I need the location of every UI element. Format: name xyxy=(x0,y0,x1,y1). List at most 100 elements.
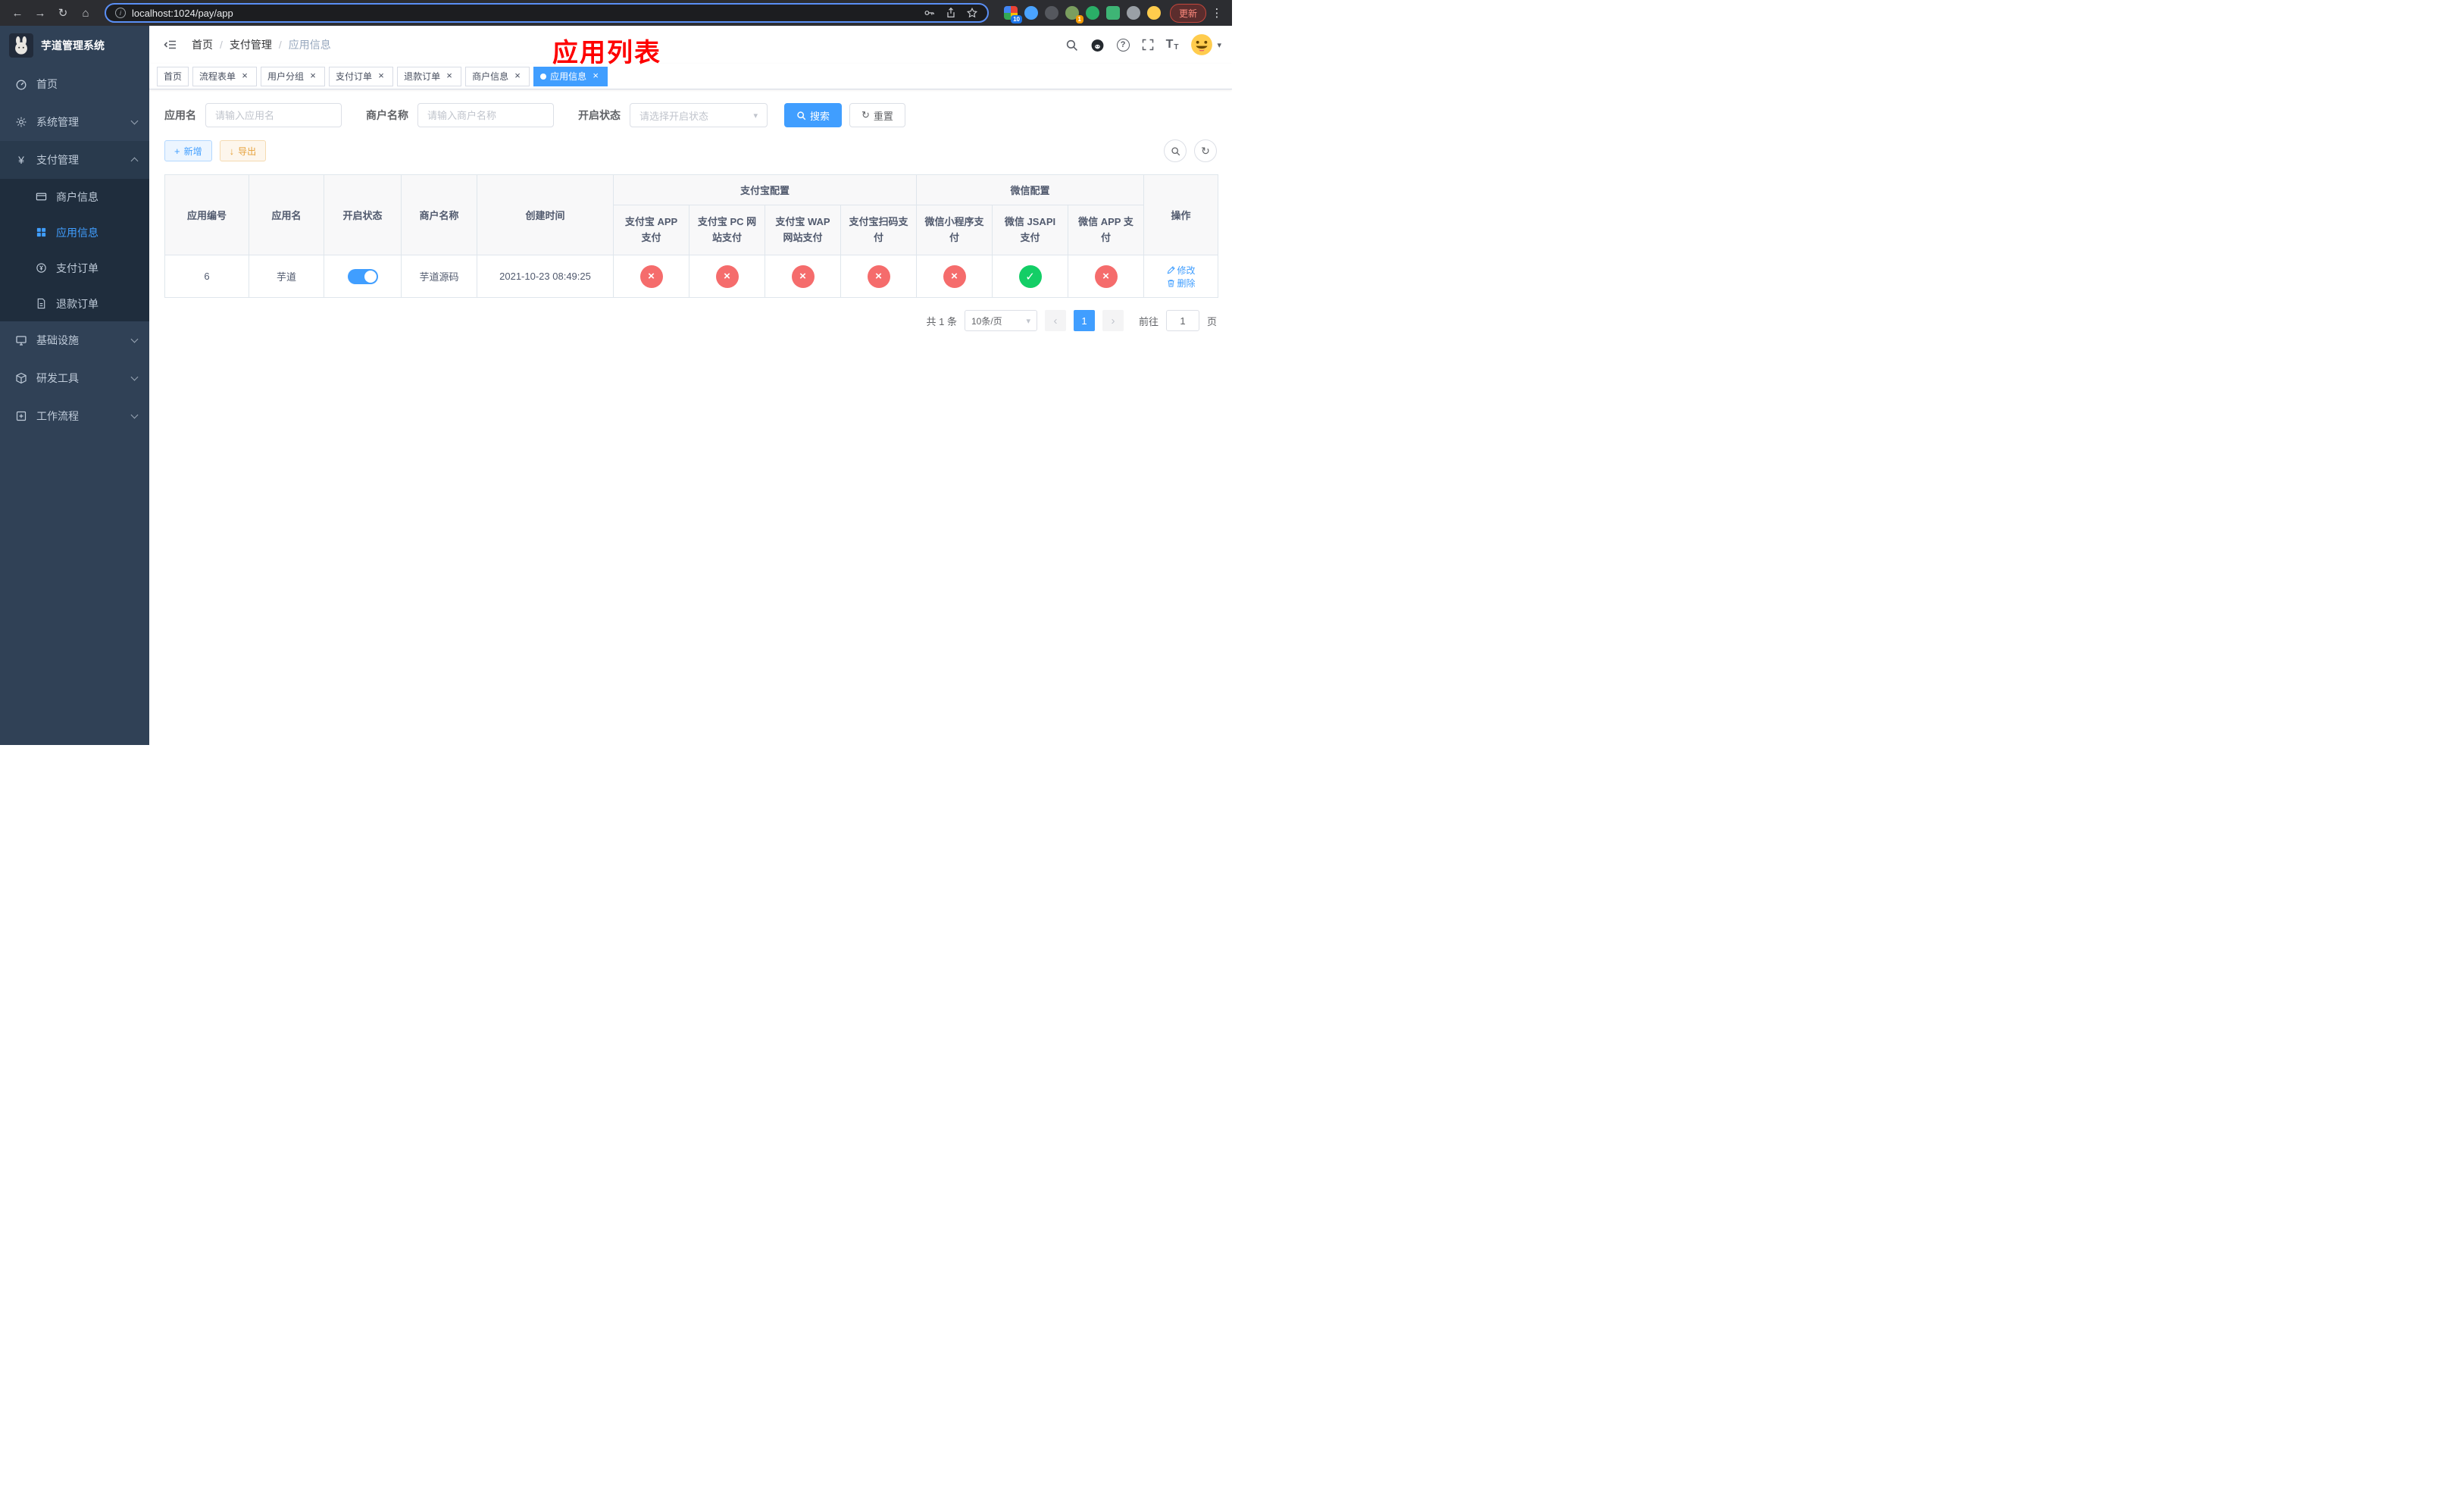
col-header-wechat-jsapi: 微信 JSAPI 支付 xyxy=(992,205,1069,255)
toolbar-right: ↻ xyxy=(1164,139,1217,162)
next-page-button[interactable]: › xyxy=(1102,310,1124,331)
main-area: 首页 / 支付管理 / 应用信息 ? T T ▾ 首页 流程表单 × 用户分组 … xyxy=(149,26,1232,745)
extension-notebook-icon[interactable] xyxy=(1105,6,1120,20)
refresh-icon: ↻ xyxy=(861,109,870,121)
tab-refund-order[interactable]: 退款订单 × xyxy=(397,66,462,86)
sidebar-logo[interactable]: 芋道管理系统 xyxy=(0,26,149,65)
address-bar[interactable]: i localhost:1024/pay/app xyxy=(105,3,989,23)
chevron-down-icon xyxy=(130,373,139,381)
site-info-icon[interactable]: i xyxy=(115,8,126,18)
sidebar-item-refund-order[interactable]: 退款订单 xyxy=(0,286,149,321)
home-icon[interactable]: ⌂ xyxy=(76,3,95,23)
chevron-down-icon xyxy=(130,411,139,419)
share-icon[interactable] xyxy=(945,7,957,19)
fullscreen-icon[interactable] xyxy=(1142,39,1154,51)
github-icon[interactable] xyxy=(1090,38,1105,52)
prev-page-button[interactable]: ‹ xyxy=(1044,310,1066,331)
col-header-alipay-qr: 支付宝扫码支付 xyxy=(840,205,918,255)
sidebar-item-devtools[interactable]: 研发工具 xyxy=(0,359,149,397)
url-text[interactable]: localhost:1024/pay/app xyxy=(132,8,918,19)
cell-alipay-wap: × xyxy=(765,255,841,298)
workflow-icon xyxy=(15,410,27,422)
col-header-alipay-wap: 支付宝 WAP 网站支付 xyxy=(765,205,841,255)
sidebar-item-system[interactable]: 系统管理 xyxy=(0,103,149,141)
tab-close-icon[interactable]: × xyxy=(444,70,455,82)
sidebar-item-merchant-info[interactable]: 商户信息 xyxy=(0,179,149,214)
app-name-label: 应用名 xyxy=(164,109,196,121)
tab-label: 用户分组 xyxy=(267,71,305,82)
refresh-table-button[interactable]: ↻ xyxy=(1194,139,1217,162)
cell-actions: 修改 删除 xyxy=(1143,255,1219,298)
toggle-search-button[interactable] xyxy=(1164,139,1187,162)
back-icon[interactable]: ← xyxy=(8,3,27,23)
tab-close-icon[interactable]: × xyxy=(376,70,386,82)
app-name-input[interactable] xyxy=(205,103,342,127)
bookmark-star-icon[interactable] xyxy=(966,7,978,19)
tab-home[interactable]: 首页 xyxy=(157,66,189,86)
search-icon[interactable] xyxy=(1065,39,1078,52)
font-size-icon[interactable]: TT xyxy=(1166,38,1179,52)
search-icon xyxy=(1171,146,1180,155)
sidebar-item-workflow[interactable]: 工作流程 xyxy=(0,397,149,435)
sidebar-item-app-info[interactable]: 应用信息 xyxy=(0,214,149,250)
help-icon[interactable]: ? xyxy=(1116,38,1130,52)
tab-merchant-info[interactable]: 商户信息 × xyxy=(465,66,530,86)
sidebar-fold-icon[interactable] xyxy=(160,34,181,55)
export-button[interactable]: ↓ 导出 xyxy=(219,140,267,161)
forward-icon[interactable]: → xyxy=(30,3,50,23)
sidebar-item-infrastructure[interactable]: 基础设施 xyxy=(0,321,149,359)
current-page-button[interactable]: 1 xyxy=(1073,310,1095,331)
tab-user-group[interactable]: 用户分组 × xyxy=(261,66,326,86)
tab-process-form[interactable]: 流程表单 × xyxy=(192,66,258,86)
cell-alipay-pc: × xyxy=(689,255,765,298)
user-avatar[interactable]: ▾ xyxy=(1190,33,1221,56)
goto-page-input[interactable] xyxy=(1165,310,1199,331)
merchant-name-input[interactable] xyxy=(417,103,554,127)
extension-pin-icon[interactable] xyxy=(1126,6,1140,20)
edit-link[interactable]: 修改 xyxy=(1167,264,1196,277)
cube-icon xyxy=(15,372,27,384)
delete-link-label: 删除 xyxy=(1177,277,1196,289)
main-header: 首页 / 支付管理 / 应用信息 ? T T ▾ xyxy=(149,26,1232,64)
chrome-update-button[interactable]: 更新 xyxy=(1169,3,1206,23)
extensions-cluster: 10 1 xyxy=(1003,6,1161,23)
tab-close-icon[interactable]: × xyxy=(239,70,250,82)
extension-wechat-icon[interactable] xyxy=(1085,6,1099,20)
sidebar-item-payment-order[interactable]: 支付订单 xyxy=(0,250,149,286)
extension-badge: 1 xyxy=(1075,15,1083,23)
sidebar-item-label: 退款订单 xyxy=(56,297,98,310)
breadcrumb-separator: / xyxy=(220,39,223,51)
tab-close-icon[interactable]: × xyxy=(512,70,523,82)
chevron-down-icon: ▾ xyxy=(1026,316,1030,326)
page-size-select[interactable]: 10条/页 ▾ xyxy=(964,310,1037,331)
col-header-alipay-app: 支付宝 APP 支付 xyxy=(613,205,689,255)
sidebar-item-payment[interactable]: ¥ 支付管理 xyxy=(0,141,149,179)
reload-icon[interactable]: ↻ xyxy=(53,3,73,23)
wechat-app-status-icon: × xyxy=(1094,265,1118,288)
status-select[interactable]: 请选择开启状态 ▾ xyxy=(630,103,768,127)
tab-close-icon[interactable]: × xyxy=(590,70,601,82)
breadcrumb-payment[interactable]: 支付管理 xyxy=(230,37,272,52)
extension-colorful-icon[interactable]: 10 xyxy=(1003,6,1022,23)
status-toggle[interactable] xyxy=(347,268,378,284)
search-button[interactable]: 搜索 xyxy=(784,103,843,127)
tab-label: 支付订单 xyxy=(336,71,373,82)
tab-close-icon[interactable]: × xyxy=(308,70,318,82)
extension-blue-icon[interactable] xyxy=(1024,6,1038,20)
add-button[interactable]: + 新增 xyxy=(164,140,212,161)
breadcrumb-home[interactable]: 首页 xyxy=(192,37,213,52)
delete-link[interactable]: 删除 xyxy=(1167,277,1196,290)
extension-dark-icon[interactable] xyxy=(1044,6,1058,20)
sidebar-item-home[interactable]: 首页 xyxy=(0,65,149,103)
browser-toolbar: ← → ↻ ⌂ i localhost:1024/pay/app 10 1 更新… xyxy=(0,0,1232,26)
tab-app-info[interactable]: 应用信息 × xyxy=(533,66,608,86)
add-button-label: 新增 xyxy=(183,146,202,157)
grid-icon xyxy=(35,227,47,239)
key-icon[interactable] xyxy=(924,7,936,19)
chevron-up-icon xyxy=(130,157,139,165)
reset-button[interactable]: ↻ 重置 xyxy=(849,103,905,127)
tab-payment-order[interactable]: 支付订单 × xyxy=(329,66,394,86)
extension-avatar-icon[interactable]: 1 xyxy=(1065,6,1083,23)
extension-emoji-icon[interactable] xyxy=(1146,6,1161,20)
browser-menu-icon[interactable]: ⋮ xyxy=(1209,6,1224,20)
